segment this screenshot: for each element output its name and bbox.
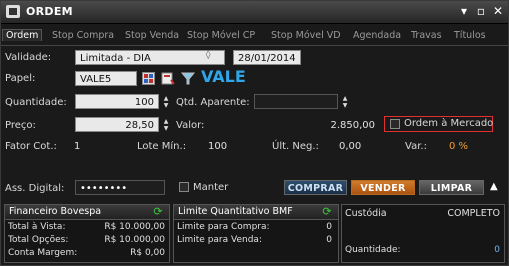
fator-cot-label: Fator Cot.: [5,141,57,152]
collapse-icon[interactable]: ▲ [490,181,498,192]
qtd-aparente-stepper[interactable]: ▲ ▼ [342,95,348,109]
financeiro-row-value: R$ 10.000,00 [104,235,165,245]
validade-label: Validade: [5,52,52,63]
custodia-quantidade-label: Quantidade: [345,245,401,255]
quantidade-stepper[interactable]: ▲ ▼ [163,95,169,109]
financeiro-row-label: Total à Vista: [8,222,66,232]
quantidade-input[interactable]: 100 [75,94,159,109]
limite-row-value: 0 [326,222,332,232]
custodia-quantidade-value: 0 [494,245,500,255]
window-app-icon [6,5,20,18]
limite-row-value: 0 [326,235,332,245]
tab-stop-venda[interactable]: Stop Venda [125,30,179,41]
custodia-status: COMPLETO [447,208,500,219]
preco-stepper[interactable]: ▲ ▼ [163,118,169,132]
lote-min-value: 100 [208,141,228,152]
financeiro-panel: Financeiro Bovespa ⟳ Total à Vista: R$ 1… [4,204,170,263]
financeiro-row-value: R$ 0,00 [130,248,165,258]
vender-button[interactable]: VENDER [351,180,415,195]
tab-titulos[interactable]: Títulos [454,30,486,41]
ass-digital-label: Ass. Digital: [5,183,65,194]
custodia-title: Custódia [345,208,387,219]
minimize-button[interactable]: ▾ [456,4,472,19]
limite-row-label: Limite para Compra: [177,222,270,232]
window-title: ORDEM [26,5,73,18]
book-icon[interactable] [161,71,175,85]
tab-ordem[interactable]: Ordem [2,29,43,41]
limite-row-label: Limite para Venda: [177,235,262,245]
filter-icon[interactable] [181,71,195,85]
financeiro-row-value: R$ 10.000,00 [104,222,165,232]
refresh-icon[interactable]: ⟳ [152,206,164,218]
financeiro-row-label: Conta Margem: [8,248,78,258]
ordem-mercado-label: Ordem à Mercado [404,118,494,129]
papel-display: VALE [201,67,246,86]
lote-min-label: Lote Mín.: [137,141,187,152]
tab-stop-compra[interactable]: Stop Compra [52,30,114,41]
var-label: Var.: [405,141,427,152]
validade-select[interactable]: Limitada - DIA [75,50,225,65]
validade-date-field[interactable]: 28/01/2014 [233,50,301,65]
qtd-aparente-label: Qtd. Aparente: [176,97,250,108]
custodia-panel: Custódia COMPLETO Quantidade: 0 [341,204,505,263]
financeiro-header: Financeiro Bovespa ⟳ [5,205,169,220]
var-value: 0 % [449,141,469,152]
tab-bar: Ordem Stop Compra Stop Venda Stop Móvel … [1,29,508,44]
order-window: ORDEM ▾ ▫ ✕ Ordem Stop Compra Stop Venda… [0,0,509,266]
tab-stop-movel-cp[interactable]: Stop Móvel CP [187,30,255,41]
limpar-button[interactable]: LIMPAR [419,180,484,195]
close-button[interactable]: ✕ [490,4,506,19]
papel-input[interactable]: VALE5 [75,71,137,86]
restore-button[interactable]: ▫ [473,4,489,19]
tab-agendada[interactable]: Agendada [353,30,401,41]
fator-cot-value: 1 [74,141,81,152]
ass-digital-input[interactable]: •••••••• [75,180,165,195]
ordem-mercado-checkbox[interactable] [390,119,400,129]
ordem-mercado-toggle[interactable]: Ordem à Mercado [384,116,493,132]
ult-neg-value: 0,00 [339,141,362,152]
manter-label: Manter [193,182,229,193]
quantidade-label: Quantidade: [5,97,67,108]
limite-title: Limite Quantitativo BMF [178,206,293,217]
tab-travas[interactable]: Travas [411,30,442,41]
preco-input[interactable]: 28,50 [75,117,159,132]
manter-checkbox[interactable] [179,182,189,192]
papel-label: Papel: [5,73,36,84]
valor-value: 2.850,00 [330,120,375,131]
limite-panel: Limite Quantitativo BMF ⟳ Limite para Co… [173,204,339,263]
tab-stop-movel-vd[interactable]: Stop Móvel VD [271,30,341,41]
preco-label: Preço: [5,120,36,131]
refresh-icon[interactable]: ⟳ [321,206,333,218]
qtd-aparente-input[interactable] [254,94,338,109]
grid-icon[interactable] [142,72,155,85]
valor-label: Valor: [176,120,205,131]
financeiro-title: Financeiro Bovespa [9,206,102,217]
comprar-button[interactable]: COMPRAR [284,180,347,195]
chevron-updown-icon[interactable]: ◊ [206,50,210,60]
ult-neg-label: Últ. Neg.: [272,141,319,152]
financeiro-row-label: Total Opções: [8,235,69,245]
title-bar[interactable]: ORDEM ▾ ▫ ✕ [1,1,508,24]
limite-header: Limite Quantitativo BMF ⟳ [174,205,338,220]
